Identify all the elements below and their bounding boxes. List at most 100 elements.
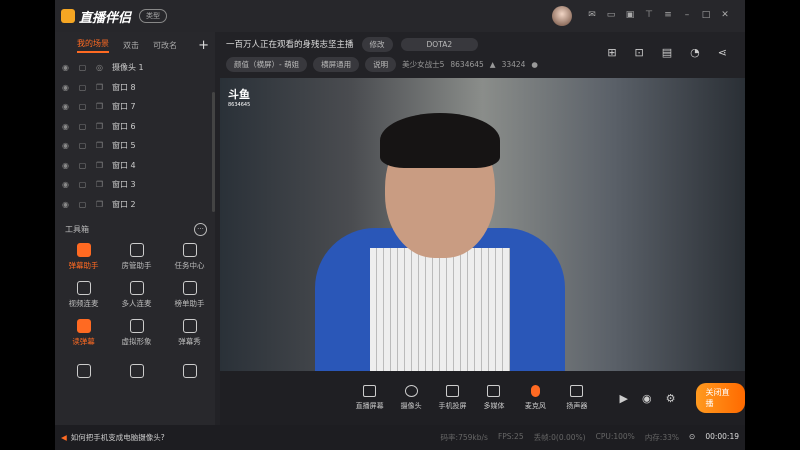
scene-item[interactable]: ◉ ▢ ❐ 窗口 7 — [55, 97, 215, 117]
status-bar: ◀ 如何把手机变成电脑摄像头? 码率:759kb/s FPS:25 丢帧:0(0.… — [55, 425, 745, 450]
tab-renamable[interactable]: 可改名 — [153, 40, 177, 51]
virtual-avatar-icon — [129, 318, 144, 333]
lock-icon[interactable]: ▢ — [78, 200, 87, 209]
gift-icon[interactable]: ⊞ — [607, 46, 616, 59]
menu-icon[interactable]: ≡ — [663, 10, 673, 20]
explain-button[interactable]: 说明 — [365, 56, 397, 72]
tool-label: 弹幕助手 — [68, 260, 99, 270]
phone-cast-button[interactable]: 手机投屏 — [432, 385, 473, 411]
scene-item[interactable]: ◉ ▢ ❐ 窗口 3 — [55, 175, 215, 195]
media-icon — [487, 385, 501, 397]
tool-task-center[interactable]: 任务中心 — [163, 238, 216, 275]
game-selector[interactable]: DOTA2 — [400, 37, 479, 51]
scene-label: 窗口 5 — [112, 141, 136, 151]
heat-icon: ▲ — [489, 59, 496, 69]
person-hair — [380, 113, 500, 168]
lock-open-icon[interactable]: ⊡ — [635, 46, 644, 59]
message-icon[interactable]: ▭ — [606, 10, 616, 20]
eye-icon[interactable]: ◉ — [61, 63, 70, 72]
save-icon[interactable]: ▣ — [625, 10, 635, 20]
tool-more-1[interactable] — [57, 352, 110, 389]
speaker-icon: ◀ — [61, 433, 67, 442]
eye-icon[interactable]: ◉ — [642, 392, 652, 405]
close-icon[interactable]: ✕ — [720, 10, 730, 20]
eye-icon[interactable]: ◉ — [61, 102, 70, 111]
mode-selector[interactable]: 横屏通用 — [313, 56, 360, 72]
add-scene-button[interactable]: + — [198, 38, 209, 53]
tab-my-scenes[interactable]: 我的场景 — [77, 38, 109, 53]
watermark: 斗鱼 8634645 — [228, 88, 251, 108]
category-selector[interactable]: 颜值（横屏）- 萌姐 — [226, 56, 308, 72]
tab-double-click[interactable]: 双击 — [123, 40, 139, 51]
scene-label: 窗口 6 — [112, 121, 136, 131]
tool-danmu-show[interactable]: 弹幕秀 — [163, 314, 216, 351]
lock-icon[interactable]: ▢ — [78, 63, 87, 72]
media-button[interactable]: 多媒体 — [473, 385, 514, 411]
tool-label: 读弹幕 — [72, 336, 95, 346]
lock-icon[interactable]: ▢ — [78, 83, 87, 92]
video-preview[interactable]: 斗鱼 8634645 — [220, 78, 745, 371]
share-icon[interactable]: ⋖ — [718, 46, 727, 59]
mail-icon[interactable]: ✉ — [587, 10, 597, 20]
lock-icon[interactable]: ▢ — [78, 161, 87, 170]
eye-icon[interactable]: ◉ — [61, 200, 70, 209]
eye-icon[interactable]: ◉ — [61, 141, 70, 150]
scene-scrollbar[interactable] — [212, 92, 215, 212]
tool-pk[interactable] — [110, 352, 163, 389]
eye-icon[interactable]: ◉ — [61, 180, 70, 189]
microphone-button[interactable]: 麦克风 — [515, 385, 556, 411]
window-icon: ❐ — [95, 180, 104, 190]
scene-label: 窗口 4 — [112, 160, 136, 170]
title-bar: 直播伴侣 类型 ✉ ▭ ▣ ⊤ ≡ – □ ✕ — [55, 0, 745, 32]
window-icon: ❐ — [95, 160, 104, 170]
settings-icon[interactable]: ⚙ — [666, 392, 676, 405]
maximize-icon[interactable]: □ — [701, 10, 711, 20]
tool-multi-link[interactable]: 多人连麦 — [110, 276, 163, 313]
tool-fire[interactable] — [163, 352, 216, 389]
stop-live-button[interactable]: 关闭直播 — [695, 383, 745, 413]
location-icon[interactable]: ● — [531, 60, 538, 69]
scene-item[interactable]: ◉ ▢ ❐ 窗口 8 — [55, 78, 215, 98]
phone-icon — [446, 385, 460, 397]
record-icon[interactable]: ▶ — [620, 392, 628, 405]
eye-icon[interactable]: ◉ — [61, 122, 70, 131]
tool-video-link[interactable]: 视频连麦 — [57, 276, 110, 313]
lock-icon[interactable]: ▢ — [78, 122, 87, 131]
bitrate: 码率:759kb/s — [440, 433, 488, 442]
heat-count: 33424 — [501, 59, 526, 69]
avatar[interactable] — [552, 6, 572, 26]
tool-read-danmu[interactable]: 读弹幕 — [57, 314, 110, 351]
more-icon[interactable]: ··· — [194, 222, 207, 236]
scene-item[interactable]: ◉ ▢ ❐ 窗口 4 — [55, 156, 215, 176]
tool-rank[interactable]: 榜单助手 — [163, 276, 216, 313]
lock-icon[interactable]: ▢ — [78, 180, 87, 189]
speaker-button[interactable]: 扬声器 — [556, 385, 597, 411]
tool-danmu-assistant[interactable]: 弹幕助手 — [57, 238, 110, 275]
tool-room-admin[interactable]: 房管助手 — [110, 238, 163, 275]
scene-item[interactable]: ◉ ▢ ❐ 窗口 6 — [55, 117, 215, 137]
minimize-icon[interactable]: – — [682, 10, 692, 20]
eye-icon[interactable]: ◉ — [61, 161, 70, 170]
eye-icon[interactable]: ◉ — [61, 83, 70, 92]
tip-text: 如何把手机变成电脑摄像头? — [70, 433, 165, 442]
scene-item[interactable]: ◉ ▢ ❐ 窗口 5 — [55, 136, 215, 156]
lock-icon[interactable]: ▢ — [78, 102, 87, 111]
help-tip[interactable]: ◀ 如何把手机变成电脑摄像头? — [61, 432, 165, 443]
scene-item[interactable]: ◉ ▢ ◎ 摄像头 1 — [55, 58, 215, 78]
camera-icon: ◎ — [96, 63, 103, 73]
monitor-icon — [363, 385, 377, 397]
bell-icon[interactable]: ◔ — [690, 46, 700, 59]
lock-icon[interactable]: ▢ — [78, 141, 87, 150]
label: 直播屏幕 — [355, 402, 384, 410]
layout-icon[interactable]: ▤ — [662, 46, 672, 59]
camera-button[interactable]: 摄像头 — [390, 385, 431, 411]
type-button[interactable]: 类型 — [139, 9, 168, 23]
edit-title-button[interactable]: 修改 — [361, 36, 393, 52]
logo-icon — [61, 9, 75, 23]
microphone-icon — [530, 385, 540, 397]
webcam-icon — [404, 385, 418, 397]
shirt-icon[interactable]: ⊤ — [644, 10, 654, 20]
tool-avatar[interactable]: 虚拟形象 — [110, 314, 163, 351]
scene-item[interactable]: ◉ ▢ ❐ 窗口 2 — [55, 195, 215, 215]
screen-button[interactable]: 直播屏幕 — [349, 385, 390, 411]
